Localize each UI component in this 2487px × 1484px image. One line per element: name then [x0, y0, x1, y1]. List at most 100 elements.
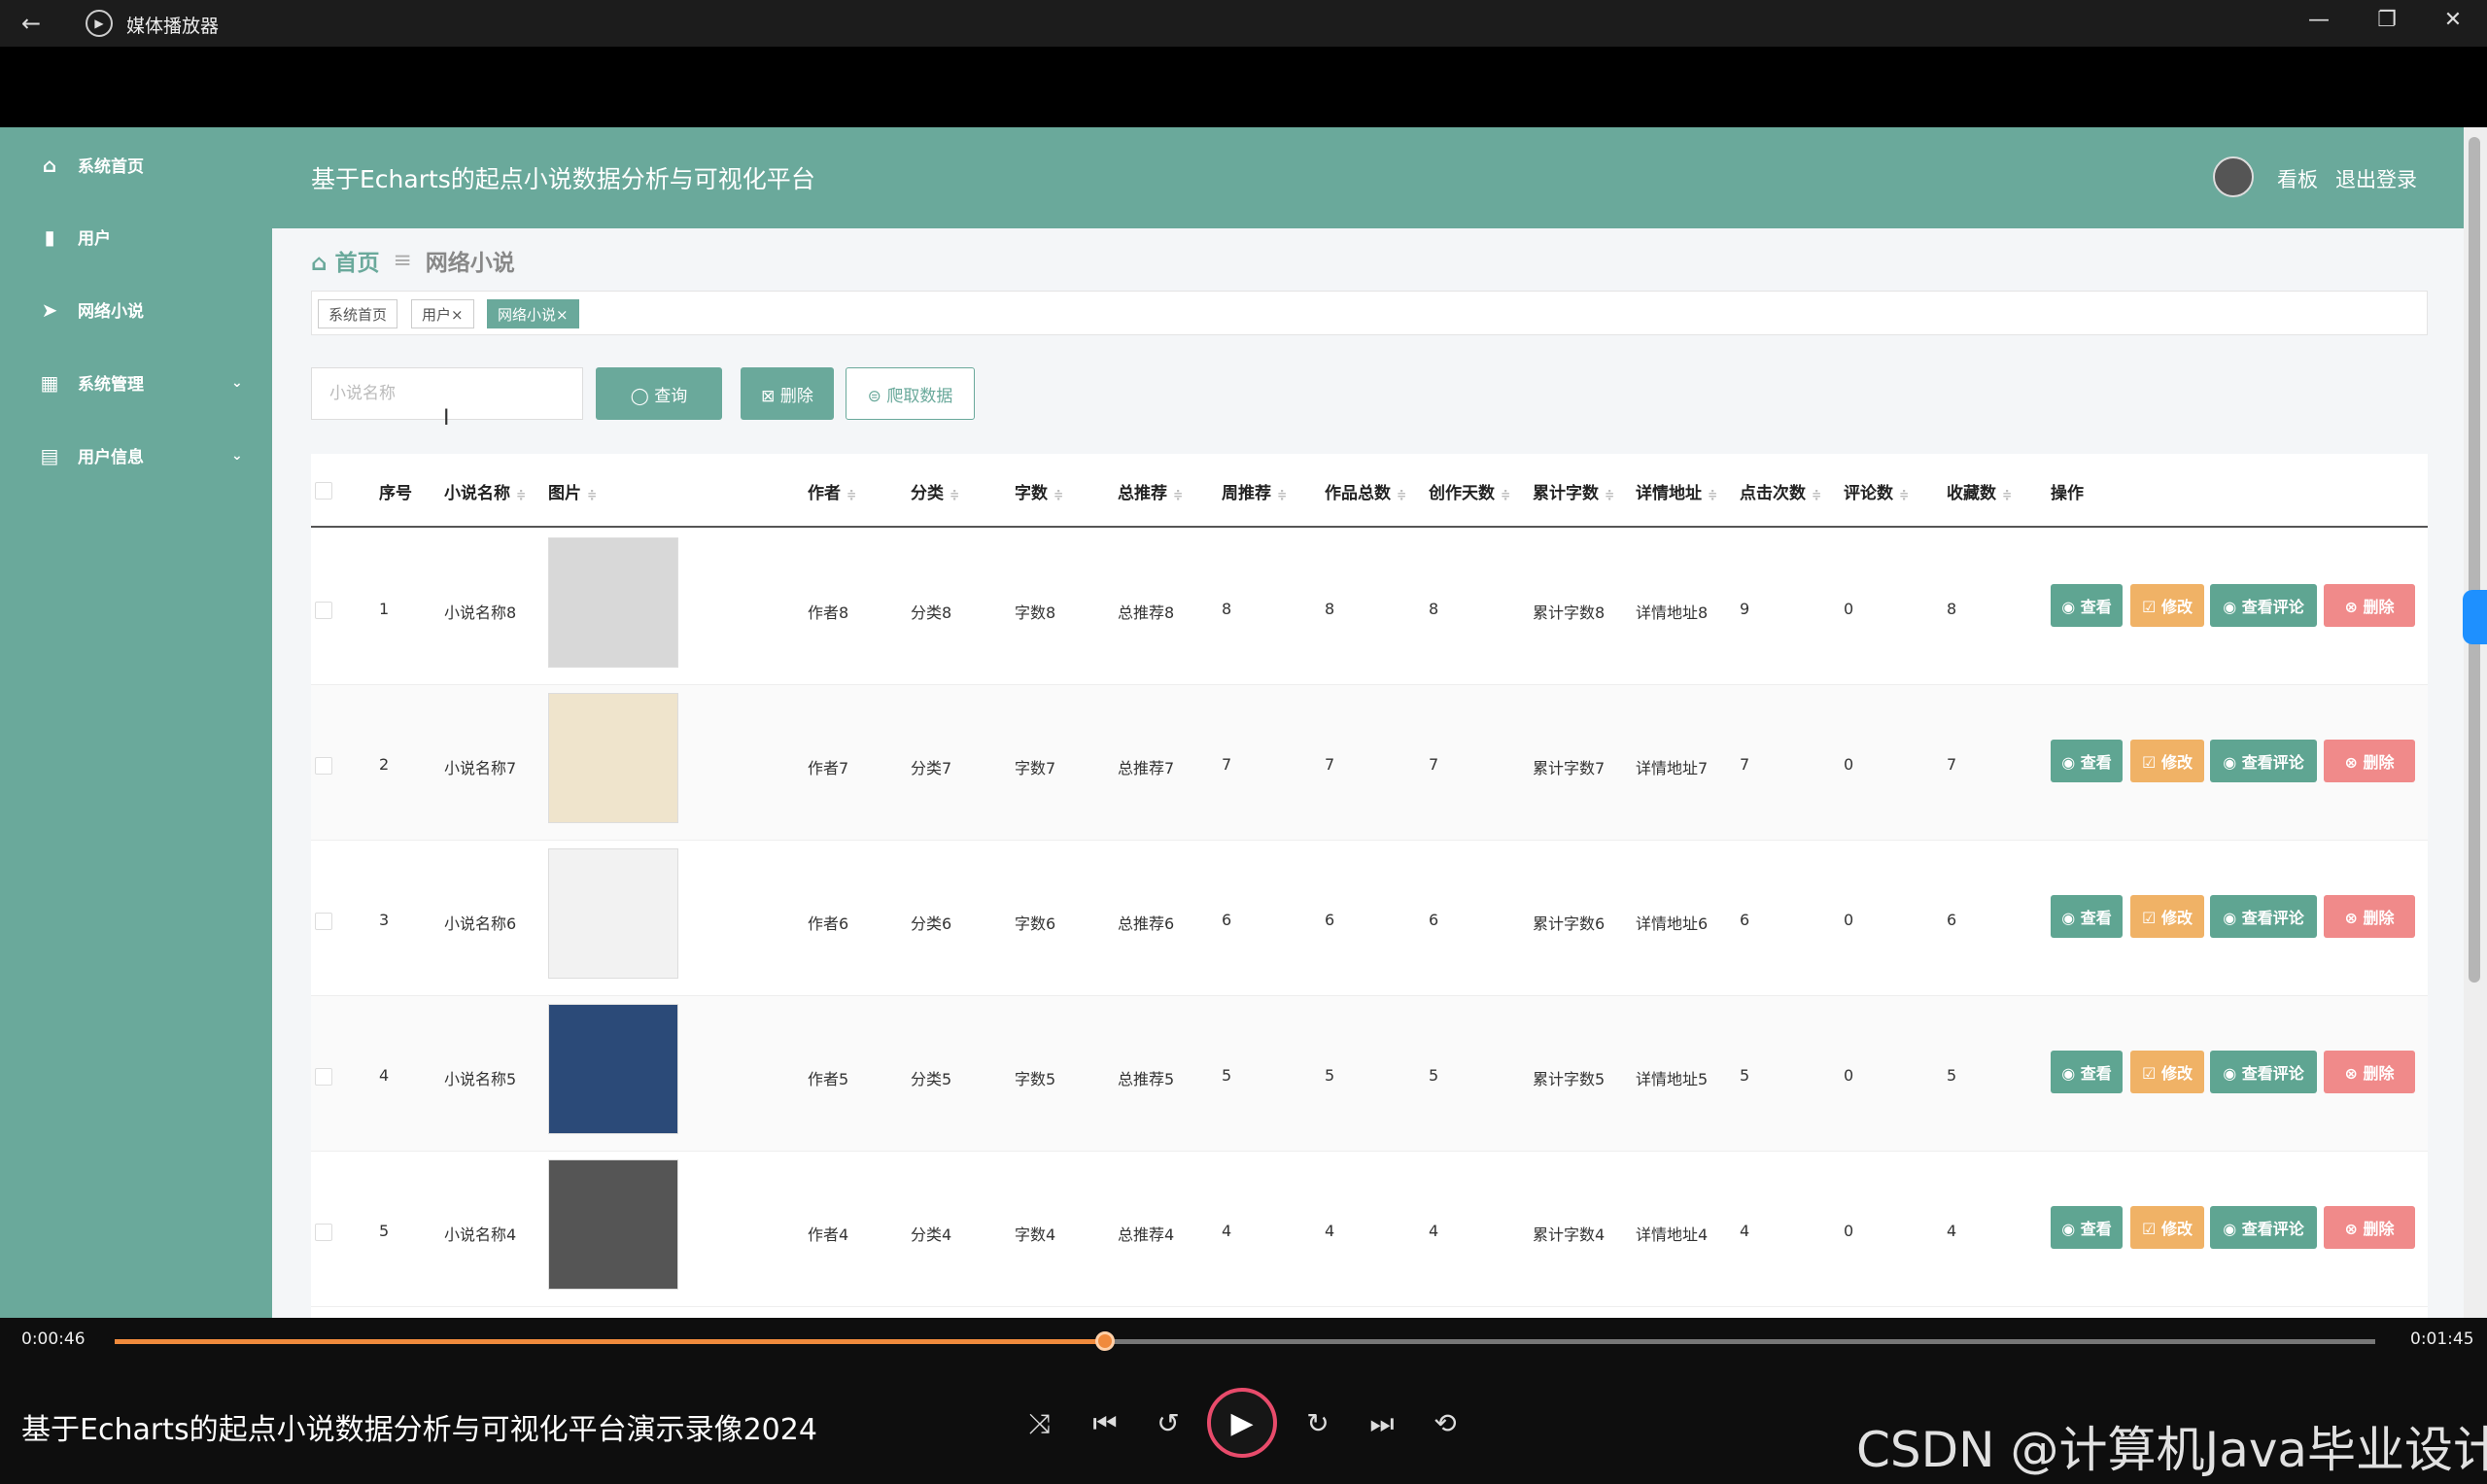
view-comments-button[interactable]: ◉ 查看评论 — [2210, 1051, 2317, 1093]
edit-button[interactable]: ☑ 修改 — [2130, 584, 2204, 627]
cell-url: 详情地址5 — [1636, 1070, 1709, 1088]
scrollbar-thumb[interactable] — [2469, 137, 2480, 983]
sort-icon[interactable]: ≑ — [1397, 488, 1406, 501]
col-cum-words[interactable]: 累计字数 ≑ — [1533, 479, 1614, 503]
view-button[interactable]: ◉ 查看 — [2051, 1206, 2123, 1249]
cell-cum-words: 累计字数8 — [1533, 604, 1606, 622]
maximize-button[interactable]: ❐ — [2367, 8, 2406, 32]
cell-week-rec: 6 — [1222, 911, 1232, 929]
edit-button[interactable]: ☑ 修改 — [2130, 740, 2204, 782]
sort-icon[interactable]: ≑ — [846, 488, 856, 501]
sidebar-item-label: 系统管理 — [78, 375, 144, 395]
sort-icon[interactable]: ≑ — [1899, 488, 1909, 501]
sidebar-item-user-info[interactable]: ▤ 用户信息 ⌄ — [37, 443, 243, 468]
sort-icon[interactable]: ≑ — [950, 488, 959, 501]
col-category[interactable]: 分类 ≑ — [911, 479, 959, 503]
avatar[interactable] — [2213, 156, 2254, 197]
delete-selected-button[interactable]: ⊠ 删除 — [741, 367, 834, 420]
bar-chart-icon: ▮ — [44, 224, 55, 249]
dashboard-link[interactable]: 看板 — [2277, 164, 2318, 193]
sort-icon[interactable]: ≑ — [1054, 488, 1063, 501]
delete-button[interactable]: ⊗ 删除 — [2324, 1051, 2415, 1093]
sidebar-item-novels[interactable]: ➤ 网络小说 — [37, 297, 144, 323]
edit-button[interactable]: ☑ 修改 — [2130, 1206, 2204, 1249]
col-week-rec[interactable]: 周推荐 ≑ — [1222, 479, 1287, 503]
rewind-10-icon[interactable]: ↺ — [1147, 1407, 1190, 1439]
col-url[interactable]: 详情地址 ≑ — [1636, 479, 1717, 503]
col-favorites[interactable]: 收藏数 ≑ — [1947, 479, 2012, 503]
view-comments-button[interactable]: ◉ 查看评论 — [2210, 1206, 2317, 1249]
col-name[interactable]: 小说名称 ≑ — [444, 479, 526, 503]
crawl-data-button[interactable]: ⊜ 爬取数据 — [846, 367, 975, 420]
row-checkbox[interactable] — [315, 757, 332, 775]
sort-icon[interactable]: ≑ — [587, 488, 597, 501]
col-works[interactable]: 作品总数 ≑ — [1325, 479, 1406, 503]
cell-author: 作者4 — [808, 1225, 849, 1244]
close-button[interactable]: ✕ — [2434, 8, 2472, 32]
progress-handle[interactable] — [1094, 1331, 1115, 1351]
col-author[interactable]: 作者 ≑ — [808, 479, 856, 503]
tag-novels[interactable]: 网络小说× — [487, 299, 579, 328]
media-player-app-icon: ▶ — [86, 10, 113, 37]
col-clicks[interactable]: 点击次数 ≑ — [1740, 479, 1821, 503]
media-player-controls: 0:00:46 0:01:45 基于Echarts的起点小说数据分析与可视化平台… — [0, 1318, 2487, 1484]
tag-system-home[interactable]: 系统首页 — [318, 299, 398, 328]
next-icon[interactable]: ⏭ — [1361, 1407, 1403, 1440]
logout-link[interactable]: 退出登录 — [2335, 164, 2417, 193]
sort-icon[interactable]: ≑ — [1708, 488, 1717, 501]
minimize-button[interactable]: — — [2299, 8, 2338, 32]
back-arrow-icon[interactable]: ← — [21, 10, 41, 37]
forward-30-icon[interactable]: ↻ — [1296, 1407, 1339, 1439]
cell-favorites: 7 — [1947, 755, 1957, 774]
view-button[interactable]: ◉ 查看 — [2051, 895, 2123, 938]
cell-index: 2 — [379, 755, 390, 774]
sort-icon[interactable]: ≑ — [1812, 488, 1821, 501]
view-button[interactable]: ◉ 查看 — [2051, 740, 2123, 782]
view-button[interactable]: ◉ 查看 — [2051, 584, 2123, 627]
sort-icon[interactable]: ≑ — [1277, 488, 1287, 501]
previous-icon[interactable]: ⏮ — [1084, 1407, 1126, 1440]
sort-icon[interactable]: ≑ — [516, 488, 526, 501]
floating-side-tab[interactable] — [2463, 590, 2487, 644]
play-button[interactable]: ▶ — [1207, 1388, 1277, 1458]
row-checkbox[interactable] — [315, 1068, 332, 1086]
sidebar-item-users[interactable]: ▮ 用户 — [37, 224, 111, 250]
delete-button[interactable]: ⊗ 删除 — [2324, 1206, 2415, 1249]
sort-icon[interactable]: ≑ — [2002, 488, 2012, 501]
view-button[interactable]: ◉ 查看 — [2051, 1051, 2123, 1093]
row-checkbox[interactable] — [315, 913, 332, 930]
col-comments[interactable]: 评论数 ≑ — [1844, 479, 1909, 503]
query-button[interactable]: ◯ 查询 — [596, 367, 722, 420]
shuffle-icon[interactable]: ⤨ — [1019, 1407, 1061, 1440]
col-words[interactable]: 字数 ≑ — [1015, 479, 1063, 503]
col-total-rec[interactable]: 总推荐 ≑ — [1118, 479, 1183, 503]
cell-days: 4 — [1429, 1222, 1439, 1240]
cell-comments: 0 — [1844, 911, 1854, 929]
edit-button[interactable]: ☑ 修改 — [2130, 895, 2204, 938]
row-checkbox[interactable] — [315, 1224, 332, 1241]
row-checkbox[interactable] — [315, 602, 332, 619]
sort-icon[interactable]: ≑ — [1173, 488, 1183, 501]
sidebar-item-system-management[interactable]: ▦ 系统管理 ⌄ — [37, 370, 243, 396]
select-all-checkbox[interactable] — [315, 482, 332, 500]
tag-users[interactable]: 用户× — [411, 299, 474, 328]
cell-cum-words: 累计字数7 — [1533, 759, 1606, 777]
cell-author: 作者6 — [808, 915, 849, 933]
repeat-icon[interactable]: ⟲ — [1424, 1407, 1467, 1439]
web-app-frame: ⌂ 系统首页 ▮ 用户 ➤ 网络小说 ▦ 系统管理 ⌄ ▤ 用户信息 ⌄ 基于E… — [0, 127, 2487, 1318]
view-comments-button[interactable]: ◉ 查看评论 — [2210, 740, 2317, 782]
cell-index: 3 — [379, 911, 390, 929]
cell-week-rec: 7 — [1222, 755, 1232, 774]
breadcrumb-home[interactable]: ⌂ 首页 — [311, 244, 379, 277]
delete-button[interactable]: ⊗ 删除 — [2324, 584, 2415, 627]
edit-button[interactable]: ☑ 修改 — [2130, 1051, 2204, 1093]
delete-button[interactable]: ⊗ 删除 — [2324, 895, 2415, 938]
col-days[interactable]: 创作天数 ≑ — [1429, 479, 1510, 503]
delete-button[interactable]: ⊗ 删除 — [2324, 740, 2415, 782]
sort-icon[interactable]: ≑ — [1605, 488, 1614, 501]
view-comments-button[interactable]: ◉ 查看评论 — [2210, 584, 2317, 627]
sort-icon[interactable]: ≑ — [1501, 488, 1510, 501]
sidebar-item-home[interactable]: ⌂ 系统首页 — [37, 153, 144, 178]
col-image[interactable]: 图片 ≑ — [548, 479, 597, 503]
view-comments-button[interactable]: ◉ 查看评论 — [2210, 895, 2317, 938]
